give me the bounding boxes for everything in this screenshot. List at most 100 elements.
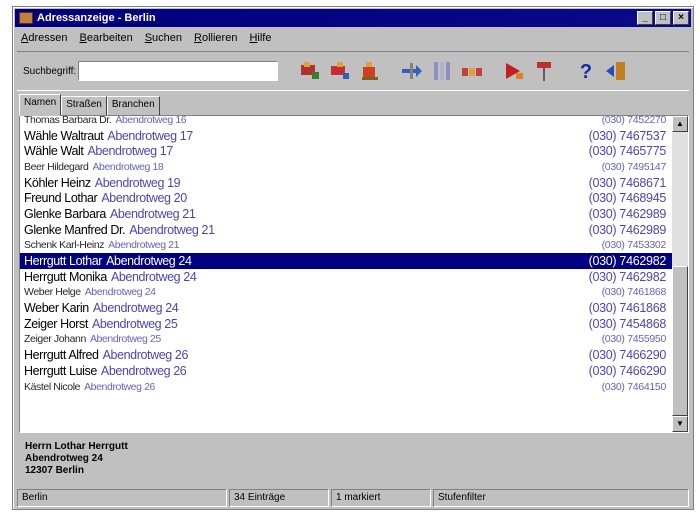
entry-phone: (030) 7464150	[601, 380, 667, 393]
close-button[interactable]: ×	[673, 11, 689, 25]
entry-name: Wähle Waltraut	[24, 128, 104, 143]
entry-street: Abendrotweg 20	[101, 191, 187, 206]
pin-icon[interactable]	[530, 57, 558, 85]
help-icon[interactable]: ?	[572, 57, 600, 85]
entry-street: Abendrotweg 26	[84, 380, 155, 393]
toolbar: Suchbegriff: ?	[17, 51, 689, 91]
person-add-icon[interactable]	[326, 57, 354, 85]
entry-street: Abendrotweg 25	[89, 333, 161, 346]
list-item[interactable]: Glenke Barbara Abendrotweg 21 (030) 746298…	[20, 206, 672, 222]
tab-strip: Namen Straßen Branchen	[19, 94, 160, 116]
entry-name: Herrgutt Monika	[24, 269, 107, 284]
entry-phone: (030) 7466290	[588, 348, 667, 363]
entry-name: Herrgutt Luise	[24, 363, 97, 378]
status-bar: Berlin 34 Einträge 1 markiert Stufenfilt…	[17, 489, 689, 507]
entry-street: Abendrotweg 26	[102, 348, 189, 363]
entry-street: Abendrotweg 21	[129, 222, 215, 237]
entry-name: Weber Karin	[24, 301, 89, 316]
scroll-down-icon[interactable]: ▼	[672, 416, 688, 432]
entry-phone: (030) 7452270	[601, 115, 667, 126]
list-item[interactable]: Herrgutt Luise Abendrotweg 26 (030) 746629…	[20, 363, 672, 379]
menu-hilfe[interactable]: Hilfe	[249, 32, 271, 44]
entry-name: Weber Helge	[24, 286, 81, 299]
entry-street: Abendrotweg 17	[87, 144, 173, 159]
list-item[interactable]: Weber Helge Abendrotweg 24 (030) 7461868	[20, 285, 672, 301]
list-item[interactable]: Thomas Barbara Dr. Abendrotweg 16 (030) 74…	[20, 115, 672, 128]
list-item[interactable]: Glenke Manfred Dr. Abendrotweg 21 (030) 74…	[20, 222, 672, 238]
detail-street: Abendrotweg 24	[25, 453, 103, 464]
group-icon[interactable]	[458, 57, 486, 85]
entry-phone: (030) 7462982	[588, 269, 667, 284]
list-item[interactable]: Herrgutt Monika Abendrotweg 24 (030) 74629…	[20, 269, 672, 285]
menu-suchen[interactable]: Suchen	[145, 32, 182, 44]
entry-phone: (030) 7468945	[588, 191, 667, 206]
entry-name: Schenk Karl-Heinz	[24, 239, 105, 252]
entry-street: Abendrotweg 24	[92, 301, 179, 316]
list-item[interactable]: Kästel Nicole Abendrotweg 26 (030) 7464150	[20, 379, 672, 395]
entry-phone: (030) 7467537	[588, 128, 667, 143]
list-item[interactable]: Köhler Heinz Abendrotweg 19 (030) 7468671	[20, 175, 672, 191]
entry-phone: (030) 7461868	[601, 286, 667, 299]
app-icon	[19, 12, 33, 24]
maximize-button[interactable]: □	[655, 11, 671, 25]
detail-name: Herrn Lothar Herrgutt	[25, 441, 128, 452]
filter-icon[interactable]	[428, 57, 456, 85]
entry-street: Abendrotweg 21	[108, 239, 180, 252]
export-icon[interactable]	[500, 57, 528, 85]
list-item[interactable]: Herrgutt Lothar Abendrotweg 24 (030) 74629…	[20, 253, 672, 269]
tab-branchen[interactable]: Branchen	[106, 96, 160, 116]
svg-text:?: ?	[580, 61, 592, 83]
person-list-icon[interactable]	[296, 57, 324, 85]
entry-street: Abendrotweg 24	[110, 269, 197, 284]
person-edit-icon[interactable]	[356, 57, 384, 85]
address-detail: Herrn Lothar Herrgutt Abendrotweg 24 123…	[19, 437, 689, 487]
entry-name: Beer Hildegard	[24, 160, 89, 173]
entry-street: Abendrotweg 21	[109, 206, 196, 221]
entry-name: Wähle Walt	[24, 144, 84, 159]
list-item[interactable]: Schenk Karl-Heinz Abendrotweg 21 (030) 745…	[20, 238, 672, 254]
list-item[interactable]: Zeiger Horst Abendrotweg 25 (030) 7454868	[20, 316, 672, 332]
address-list[interactable]: Thomas Barbara Dr. Abendrotweg 16 (030) 74…	[19, 115, 689, 433]
menu-bearbeiten[interactable]: Bearbeiten	[79, 32, 132, 44]
scroll-up-icon[interactable]: ▲	[672, 116, 688, 132]
entry-phone: (030) 7468671	[588, 175, 667, 190]
exit-door-icon[interactable]	[602, 57, 630, 85]
list-item[interactable]: Weber Karin Abendrotweg 24 (030) 7461868	[20, 300, 672, 316]
list-item[interactable]: Wähle Waltraut Abendrotweg 17 (030) 746753…	[20, 128, 672, 144]
entry-street: Abendrotweg 18	[92, 160, 164, 173]
entry-name: Freund Lothar	[24, 191, 98, 206]
list-item[interactable]: Wähle Walt Abendrotweg 17 (030) 7465775	[20, 143, 672, 159]
tab-namen[interactable]: Namen	[19, 94, 62, 116]
entry-phone: (030) 7455950	[601, 333, 667, 346]
detail-city: 12307 Berlin	[25, 465, 84, 476]
entry-name: Glenke Barbara	[24, 206, 106, 221]
menu-adressen[interactable]: Adressen	[21, 32, 67, 44]
list-item[interactable]: Beer Hildegard Abendrotweg 18 (030) 749514…	[20, 159, 672, 175]
entry-name: Thomas Barbara Dr.	[24, 115, 112, 126]
list-item[interactable]: Freund Lothar Abendrotweg 20 (030) 7468945	[20, 190, 672, 206]
entry-phone: (030) 7495147	[601, 160, 667, 173]
tab-strassen[interactable]: Straßen	[61, 96, 107, 116]
list-item[interactable]: Herrgutt Alfred Abendrotweg 26 (030) 74662…	[20, 347, 672, 363]
list-item[interactable]: Zeiger Johann Abendrotweg 25 (030) 7455950	[20, 332, 672, 348]
entry-phone: (030) 7454868	[588, 316, 667, 331]
entry-street: Abendrotweg 17	[107, 128, 193, 143]
entry-phone: (030) 7453302	[601, 239, 667, 252]
menu-rollieren[interactable]: Rollieren	[194, 32, 237, 44]
sort-icon[interactable]	[398, 57, 426, 85]
entry-phone: (030) 7461868	[588, 301, 667, 316]
menu-bar: Adressen Bearbeiten Suchen Rollieren Hil…	[17, 29, 271, 47]
main-window: Adressanzeige - Berlin _ □ × Adressen Be…	[12, 6, 694, 510]
scroll-thumb[interactable]	[672, 266, 688, 416]
title-bar[interactable]: Adressanzeige - Berlin _ □ ×	[15, 9, 691, 27]
minimize-button[interactable]: _	[637, 11, 653, 25]
entry-name: Zeiger Johann	[24, 333, 86, 346]
entry-street: Abendrotweg 24	[84, 286, 156, 299]
vertical-scrollbar[interactable]: ▲ ▼	[672, 116, 688, 432]
entry-phone: (030) 7462989	[588, 206, 667, 221]
entry-phone: (030) 7462982	[588, 254, 667, 269]
status-mode: Stufenfilter	[433, 489, 689, 507]
entry-phone: (030) 7466290	[588, 363, 667, 378]
entry-street: Abendrotweg 26	[100, 363, 187, 378]
search-input[interactable]	[78, 61, 279, 81]
